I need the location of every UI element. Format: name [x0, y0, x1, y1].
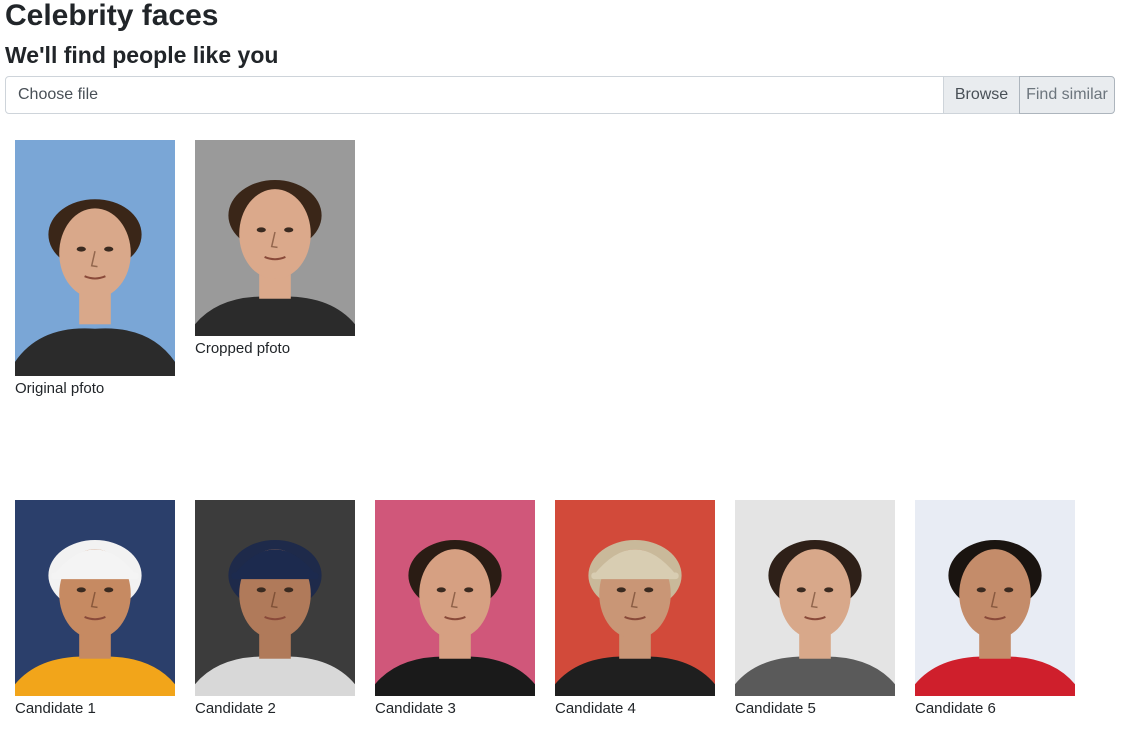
cropped-photo-card: Cropped pfoto	[195, 140, 355, 358]
candidate-photo-2	[195, 500, 355, 696]
right-eye	[824, 587, 834, 593]
cap-brim	[51, 572, 139, 580]
left-eye	[796, 587, 806, 593]
file-input[interactable]: Choose file Browse	[5, 76, 1020, 114]
candidate-caption-1: Candidate 1	[15, 700, 96, 717]
left-eye	[436, 587, 446, 593]
candidate-photo-4	[555, 500, 715, 696]
candidate-caption-5: Candidate 5	[735, 700, 816, 717]
portrait-image	[555, 500, 715, 696]
page-subtitle: We'll find people like you	[5, 42, 279, 68]
cap-brim	[231, 572, 319, 580]
candidate-card-1: Candidate 1	[15, 500, 175, 718]
right-eye	[284, 227, 294, 233]
candidate-card-5: Candidate 5	[735, 500, 895, 718]
original-photo-caption: Original pfoto	[15, 380, 105, 397]
candidate-card-2: Candidate 2	[195, 500, 355, 718]
original-photo-card: Original pfoto	[15, 140, 175, 398]
left-eye	[76, 587, 86, 593]
right-eye	[104, 587, 114, 593]
right-eye	[464, 587, 474, 593]
portrait-image	[15, 140, 175, 376]
right-eye	[1004, 587, 1014, 593]
left-eye	[76, 246, 86, 252]
portrait-image	[195, 500, 355, 696]
portrait-image	[375, 500, 535, 696]
page-title: Celebrity faces	[5, 0, 219, 32]
cropped-photo-caption: Cropped pfoto	[195, 340, 291, 357]
candidate-caption-6: Candidate 6	[915, 700, 996, 717]
cap-brim	[591, 572, 679, 580]
candidate-caption-4: Candidate 4	[555, 700, 636, 717]
candidate-card-6: Candidate 6	[915, 500, 1075, 718]
candidate-card-4: Candidate 4	[555, 500, 715, 718]
portrait-image	[15, 500, 175, 696]
left-eye	[976, 587, 986, 593]
portrait-image	[195, 140, 355, 336]
candidate-card-3: Candidate 3	[375, 500, 535, 718]
candidate-photo-1	[15, 500, 175, 696]
candidate-caption-2: Candidate 2	[195, 700, 276, 717]
find-similar-button[interactable]: Find similar	[1019, 76, 1115, 114]
left-eye	[256, 587, 266, 593]
original-photo	[15, 140, 175, 376]
right-eye	[644, 587, 654, 593]
right-eye	[284, 587, 294, 593]
right-eye	[104, 246, 114, 252]
portrait-image	[915, 500, 1075, 696]
candidate-caption-3: Candidate 3	[375, 700, 456, 717]
left-eye	[616, 587, 626, 593]
upload-bar: Choose file Browse Find similar	[5, 76, 1115, 114]
portrait-image	[735, 500, 895, 696]
page: Celebrity faces We'll find people like y…	[0, 0, 1133, 729]
file-input-label[interactable]: Choose file	[6, 77, 943, 113]
candidate-photo-6	[915, 500, 1075, 696]
candidate-photo-3	[375, 500, 535, 696]
browse-button[interactable]: Browse	[943, 77, 1019, 113]
left-eye	[256, 227, 266, 233]
candidate-photo-5	[735, 500, 895, 696]
cropped-photo	[195, 140, 355, 336]
